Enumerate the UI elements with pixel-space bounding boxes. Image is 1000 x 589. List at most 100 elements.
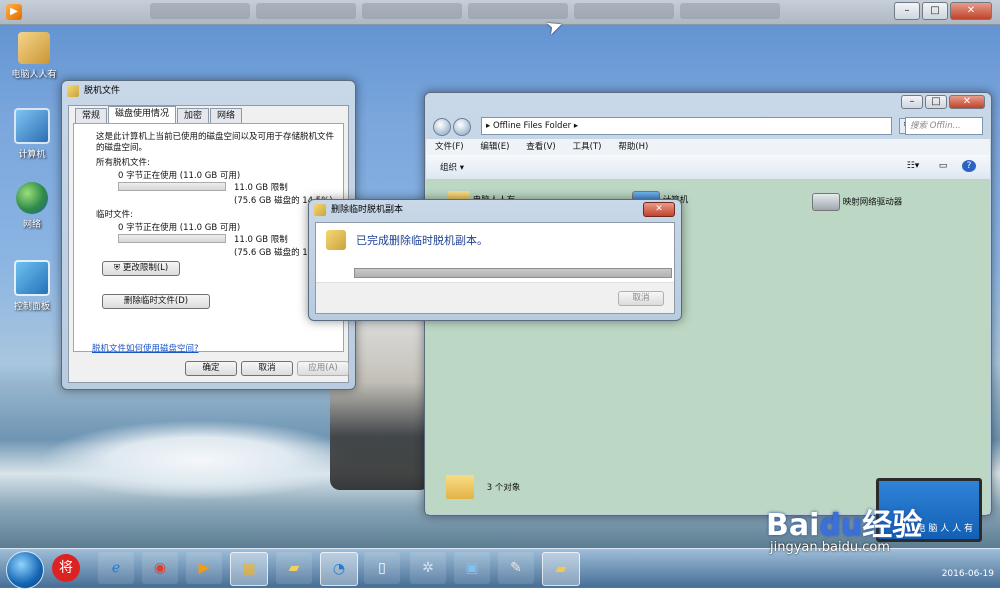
tab[interactable] xyxy=(574,3,674,19)
network-icon xyxy=(16,182,48,214)
sync-icon xyxy=(326,230,346,250)
desktop-icon-label: 控制面板 xyxy=(13,302,50,312)
address-bar-row: ▸ Offline Files Folder ▸ ↻ 搜索 Offlin... xyxy=(431,115,985,137)
change-limit-button[interactable]: ⛨ 更改限制(L) xyxy=(102,261,180,276)
minimize-button[interactable]: – xyxy=(894,2,920,20)
close-button[interactable]: ✕ xyxy=(643,202,675,217)
all-files-label: 所有脱机文件: xyxy=(96,158,150,168)
address-box[interactable]: ▸ Offline Files Folder ▸ xyxy=(481,117,892,135)
close-button[interactable]: ✕ xyxy=(950,2,992,20)
top-window-bar: ▶ – □ ✕ xyxy=(0,0,1000,25)
all-files-usage: 0 字节正在使用 (11.0 GB 可用) xyxy=(118,171,241,181)
window-controls: – □ ✕ xyxy=(892,2,992,20)
maximize-button[interactable]: □ xyxy=(925,95,947,109)
menu-edit[interactable]: 编辑(E) xyxy=(475,139,514,155)
help-link[interactable]: 脱机文件如何使用磁盘空间? xyxy=(92,342,199,354)
screen-icon[interactable]: ▣ xyxy=(454,552,490,584)
chrome-icon[interactable]: ◉ xyxy=(142,552,178,584)
temp-files-limit: 11.0 GB 限制 xyxy=(234,235,288,245)
progress-footer: 取消 xyxy=(316,282,674,313)
delete-temp-files-button[interactable]: 删除临时文件(D) xyxy=(102,294,210,309)
dialog-body: 常规 磁盘使用情况 加密 网络 这是此计算机上当前已使用的磁盘空间以及可用于存储… xyxy=(68,105,349,383)
tab-encryption[interactable]: 加密 xyxy=(177,108,210,123)
desktop-icon-computer[interactable]: 计算机 xyxy=(2,108,62,160)
cancel-button[interactable]: 取消 xyxy=(618,291,664,306)
back-button[interactable] xyxy=(433,118,451,136)
menu-bar: 文件(F) 编辑(E) 查看(V) 工具(T) 帮助(H) xyxy=(426,139,990,156)
gear-app-icon[interactable]: ✲ xyxy=(410,552,446,584)
progress-bar xyxy=(354,268,672,278)
temp-files-usage: 0 字节正在使用 (11.0 GB 可用) xyxy=(118,223,241,233)
tab[interactable] xyxy=(680,3,780,19)
menu-tools[interactable]: 工具(T) xyxy=(568,139,607,155)
offline-files-icon[interactable]: ▰ xyxy=(542,552,580,586)
view-options-icon[interactable]: ☷▾ xyxy=(906,160,920,172)
player-logo-icon[interactable]: ▶ xyxy=(6,4,22,20)
baidu-logo: Baidu经验 xyxy=(766,508,923,543)
desktop-icon-user[interactable]: 电脑人人有 xyxy=(4,32,64,80)
tab[interactable] xyxy=(256,3,356,19)
sync-app-icon[interactable]: ◔ xyxy=(320,552,358,586)
temp-files-share: (75.6 GB 磁盘的 14. xyxy=(234,248,316,258)
tab-general[interactable]: 常规 xyxy=(75,108,108,123)
computer-icon xyxy=(14,108,50,144)
status-bar: 3 个对象 xyxy=(446,475,520,499)
explorer-icon[interactable]: ▤ xyxy=(230,552,268,586)
media-player-icon[interactable]: ▶ xyxy=(186,552,222,584)
ie-icon[interactable]: ℯ xyxy=(98,552,134,584)
progress-title: 删除临时脱机副本 xyxy=(331,205,404,215)
tab[interactable] xyxy=(150,3,250,19)
explorer-window-controls: – □ ✕ xyxy=(899,95,985,109)
desktop-icon-label: 计算机 xyxy=(18,150,46,160)
baidu-watermark: 电 脑 人 人 有 Baidu经验 jingyan.baidu.com xyxy=(766,478,998,568)
offline-files-icon xyxy=(446,475,474,499)
menu-file[interactable]: 文件(F) xyxy=(430,139,469,155)
folder-icon[interactable]: ▰ xyxy=(276,552,312,584)
clock[interactable]: 2016-06-19 xyxy=(942,569,994,579)
document-icon[interactable]: ▯ xyxy=(364,552,400,584)
item-label: 映射网络驱动器 xyxy=(842,197,903,208)
offline-files-icon xyxy=(67,85,79,97)
list-item[interactable]: 映射网络驱动器 xyxy=(812,193,902,211)
preview-pane-icon[interactable]: ▭ xyxy=(936,160,950,172)
blurred-tabs xyxy=(150,3,880,21)
wallpaper-splash xyxy=(40,420,360,500)
help-icon[interactable]: ? xyxy=(962,160,976,172)
progress-titlebar[interactable]: 删除临时脱机副本 xyxy=(309,200,681,220)
all-files-usage-bar xyxy=(118,182,226,191)
progress-fill xyxy=(355,269,671,277)
tab-network[interactable]: 网络 xyxy=(210,108,243,123)
tab-row: 常规 磁盘使用情况 加密 网络 xyxy=(75,106,243,124)
watermark-site: jingyan.baidu.com xyxy=(770,540,890,555)
apply-button[interactable]: 应用(A) xyxy=(297,361,349,376)
change-limit-label: 更改限制(L) xyxy=(122,263,169,273)
offline-files-icon: ▸ xyxy=(486,121,493,131)
desktop-icon-control-panel[interactable]: 控制面板 xyxy=(2,260,62,312)
tab[interactable] xyxy=(362,3,462,19)
status-text: 3 个对象 xyxy=(486,482,521,493)
search-input[interactable]: 搜索 Offlin... xyxy=(905,117,983,135)
organize-button[interactable]: 组织 ▾ xyxy=(440,161,464,173)
forward-button[interactable] xyxy=(453,118,471,136)
start-orb[interactable] xyxy=(6,551,44,589)
disk-usage-panel: 这是此计算机上当前已使用的磁盘空间以及可用于存储脱机文件 的磁盘空间。 所有脱机… xyxy=(73,123,344,354)
jiang-app-icon[interactable]: 将 xyxy=(52,554,80,582)
progress-body: 已完成删除临时脱机副本。 取消 xyxy=(315,222,675,314)
network-drive-icon xyxy=(812,193,840,211)
paint-icon[interactable]: ✎ xyxy=(498,552,534,584)
tab-disk-usage[interactable]: 磁盘使用情况 xyxy=(108,106,177,123)
ok-button[interactable]: 确定 xyxy=(185,361,237,376)
dialog-titlebar[interactable]: 脱机文件 xyxy=(62,81,355,101)
offline-files-icon xyxy=(314,204,326,216)
menu-help[interactable]: 帮助(H) xyxy=(613,139,653,155)
command-bar: 组织 ▾ ☷▾ ▭ ? xyxy=(426,155,990,180)
organize-label: 组织 xyxy=(440,163,458,173)
temp-files-usage-bar xyxy=(118,234,226,243)
temp-files-label: 临时文件: xyxy=(96,210,133,220)
menu-view[interactable]: 查看(V) xyxy=(521,139,560,155)
desktop-icon-network[interactable]: 网络 xyxy=(2,182,62,230)
cancel-button[interactable]: 取消 xyxy=(241,361,293,376)
minimize-button[interactable]: – xyxy=(901,95,923,109)
maximize-button[interactable]: □ xyxy=(922,2,948,20)
close-button[interactable]: ✕ xyxy=(949,95,985,109)
